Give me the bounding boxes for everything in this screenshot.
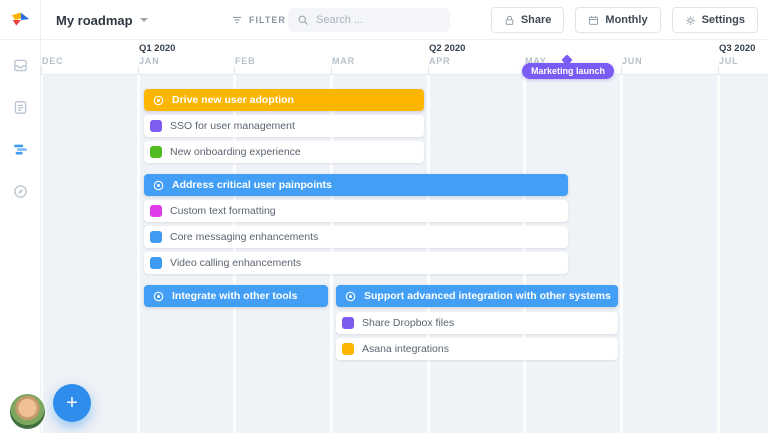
- month-label: FEB: [235, 56, 255, 66]
- month-label: JUN: [622, 56, 642, 66]
- roadmap-item-label: Asana integrations: [362, 343, 449, 355]
- left-sidebar: [0, 40, 41, 433]
- filter-icon: [231, 14, 243, 26]
- month-tick: [41, 66, 42, 74]
- item-color-bullet: [150, 205, 162, 217]
- roadmap-title-label: My roadmap: [56, 13, 133, 28]
- document-icon[interactable]: [12, 99, 29, 116]
- timeline-icon[interactable]: [12, 141, 29, 158]
- sidebar-icons: [0, 40, 40, 200]
- top-bar: My roadmap FILTER Share: [0, 0, 768, 40]
- add-item-label: +: [66, 392, 78, 415]
- settings-button[interactable]: Settings: [672, 7, 758, 33]
- target-icon: [152, 179, 165, 192]
- lock-icon: [504, 15, 515, 26]
- month-label: APR: [429, 56, 450, 66]
- item-color-bullet: [150, 120, 162, 132]
- target-icon: [152, 290, 165, 303]
- month-label: JAN: [139, 56, 159, 66]
- logo-icon: [9, 9, 31, 31]
- roadmap-item-card[interactable]: Share Dropbox files: [336, 312, 618, 334]
- month-tick: [718, 66, 719, 74]
- quarter-label: Q3 2020: [719, 43, 755, 54]
- item-color-bullet: [150, 257, 162, 269]
- quarter-label: Q1 2020: [139, 43, 175, 54]
- calendar-icon: [588, 15, 599, 26]
- roadmap-item-card[interactable]: Video calling enhancements: [144, 252, 568, 274]
- roadmap-item-card[interactable]: New onboarding experience: [144, 141, 424, 163]
- month-tick: [138, 66, 139, 74]
- roadmap-bar-label: Integrate with other tools: [172, 290, 297, 302]
- roadmap-item-label: Custom text formatting: [170, 205, 276, 217]
- item-color-bullet: [342, 317, 354, 329]
- roadmap-app: My roadmap FILTER Share: [0, 0, 768, 433]
- gear-icon: [685, 15, 696, 26]
- roadmap-item-label: Share Dropbox files: [362, 317, 454, 329]
- month-gridline: [620, 75, 623, 433]
- filter-button[interactable]: FILTER: [231, 0, 286, 40]
- roadmap-item-label: Core messaging enhancements: [170, 231, 318, 243]
- compass-icon[interactable]: [12, 183, 29, 200]
- roadmap-bar-label: Support advanced integration with other …: [364, 290, 611, 302]
- roadmap-item-card[interactable]: Custom text formatting: [144, 200, 568, 222]
- month-label: DEC: [42, 56, 63, 66]
- monthly-button[interactable]: Monthly: [575, 7, 660, 33]
- roadmap-item-card[interactable]: Asana integrations: [336, 338, 618, 360]
- roadmap-title[interactable]: My roadmap: [56, 0, 148, 40]
- inbox-icon[interactable]: [12, 57, 29, 74]
- month-tick: [234, 66, 235, 74]
- filter-label: FILTER: [249, 15, 286, 25]
- app-logo[interactable]: [0, 0, 41, 40]
- add-item-button[interactable]: +: [53, 384, 91, 422]
- roadmap-item-label: Video calling enhancements: [170, 257, 301, 269]
- topbar-actions: Share Monthly Settings: [491, 7, 758, 33]
- monthly-button-label: Monthly: [605, 14, 647, 26]
- chevron-down-icon: [140, 18, 148, 22]
- item-color-bullet: [150, 231, 162, 243]
- month-label: MAR: [332, 56, 355, 66]
- search-icon: [297, 14, 309, 26]
- roadmap-bar[interactable]: Integrate with other tools: [144, 285, 328, 307]
- roadmap-bar-label: Drive new user adoption: [172, 94, 294, 106]
- share-button[interactable]: Share: [491, 7, 565, 33]
- roadmap-item-card[interactable]: SSO for user management: [144, 115, 424, 137]
- roadmap-item-label: SSO for user management: [170, 120, 295, 132]
- roadmap-bar-label: Address critical user painpoints: [172, 179, 332, 191]
- timeline-header: DECQ1 2020JANFEBMARQ2 2020APRMAYJUNQ3 20…: [41, 40, 768, 75]
- search-input[interactable]: [316, 14, 426, 26]
- month-label: JUL: [719, 56, 738, 66]
- quarter-label: Q2 2020: [429, 43, 465, 54]
- month-tick: [331, 66, 332, 74]
- settings-button-label: Settings: [702, 14, 745, 26]
- item-color-bullet: [342, 343, 354, 355]
- month-tick: [621, 66, 622, 74]
- share-button-label: Share: [521, 14, 552, 26]
- target-icon: [152, 94, 165, 107]
- roadmap-item-label: New onboarding experience: [170, 146, 301, 158]
- search-box[interactable]: [288, 8, 450, 32]
- item-color-bullet: [150, 146, 162, 158]
- roadmap-bar[interactable]: Drive new user adoption: [144, 89, 424, 111]
- roadmap-item-card[interactable]: Core messaging enhancements: [144, 226, 568, 248]
- month-gridline: [137, 75, 140, 433]
- milestone-label[interactable]: Marketing launch: [522, 63, 614, 79]
- user-avatar[interactable]: [9, 393, 46, 430]
- roadmap-bar[interactable]: Support advanced integration with other …: [336, 285, 618, 307]
- roadmap-bar[interactable]: Address critical user painpoints: [144, 174, 568, 196]
- target-icon: [344, 290, 357, 303]
- roadmap-canvas: Drive new user adoption SSO for user mana…: [41, 75, 768, 433]
- month-tick: [428, 66, 429, 74]
- month-gridline: [717, 75, 720, 433]
